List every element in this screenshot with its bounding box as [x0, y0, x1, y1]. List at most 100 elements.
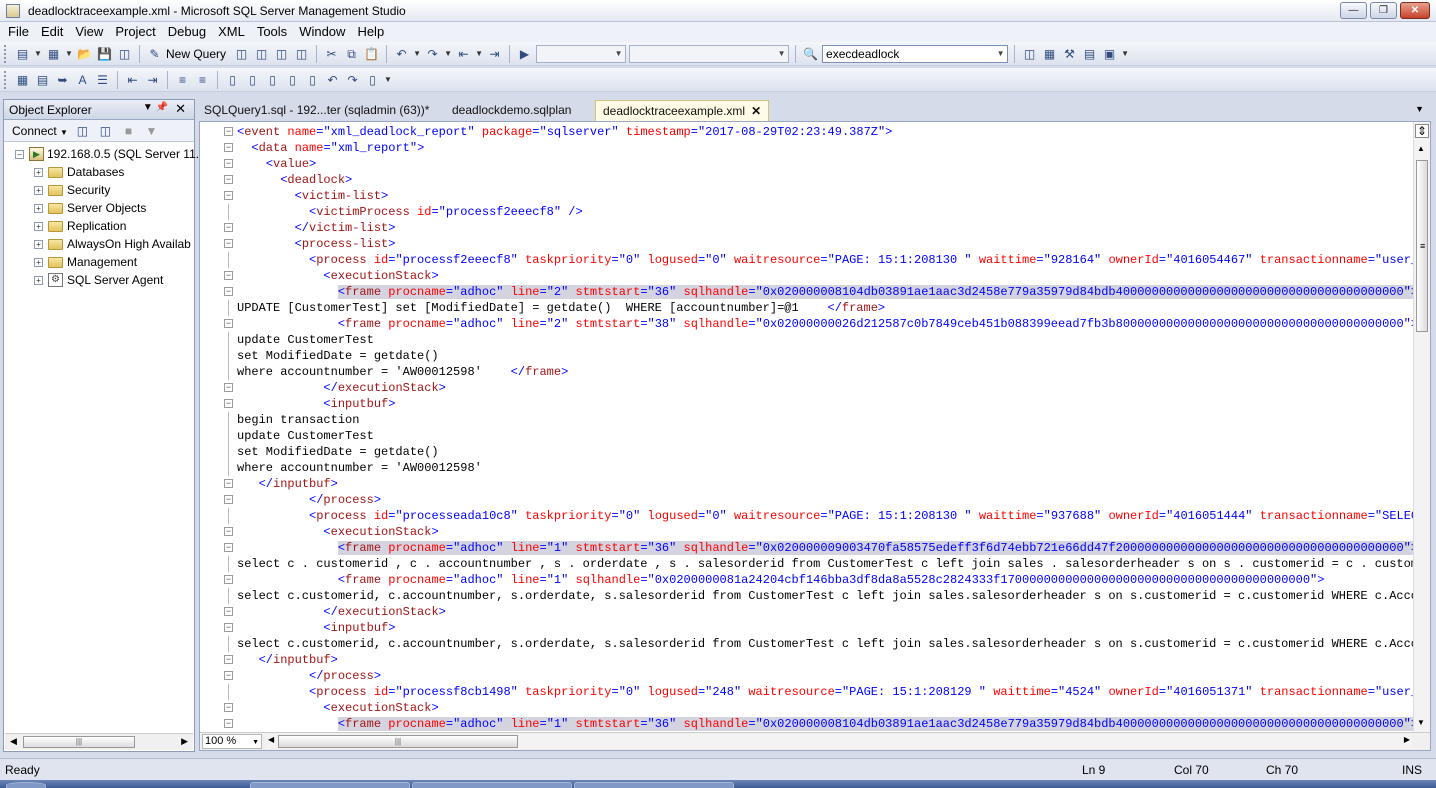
- collapse-region-icon[interactable]: −: [224, 671, 233, 680]
- scroll-left-icon[interactable]: ◀: [268, 735, 274, 744]
- increase-indent-icon[interactable]: ⇥: [144, 72, 161, 88]
- comment-out-icon[interactable]: ≡: [174, 72, 191, 88]
- undo-icon[interactable]: ↶: [393, 46, 410, 62]
- split-window-icon[interactable]: ⇕: [1415, 124, 1429, 138]
- code-line[interactable]: select c . customerid , c . accountnumbe…: [237, 556, 1413, 572]
- code-line[interactable]: </victim-list>: [237, 220, 1413, 236]
- code-line[interactable]: set ModifiedDate = getdate(): [237, 444, 1413, 460]
- code-line[interactable]: <process id="processf2eeecf8" taskpriori…: [237, 252, 1413, 268]
- tree-node-replication[interactable]: + Replication: [4, 217, 194, 235]
- properties-window-icon[interactable]: ▤: [1081, 46, 1098, 62]
- code-line[interactable]: <frame procname="adhoc" line="1" stmtsta…: [237, 716, 1413, 732]
- copy-icon[interactable]: ⧉: [343, 46, 360, 62]
- taskbar-item[interactable]: [250, 782, 410, 788]
- next-bookmark-icon[interactable]: ▯: [264, 72, 281, 88]
- save-all-icon[interactable]: ◫: [116, 46, 133, 62]
- code-line[interactable]: <frame procname="adhoc" line="2" stmtsta…: [237, 316, 1413, 332]
- new-query-icon[interactable]: ✎: [146, 46, 163, 62]
- code-line[interactable]: <process id="processf8cb1498" taskpriori…: [237, 684, 1413, 700]
- previous-doc-bookmark-icon[interactable]: ↶: [324, 72, 341, 88]
- scroll-down-icon[interactable]: ▼: [1417, 718, 1425, 727]
- menu-edit[interactable]: Edit: [35, 22, 69, 42]
- tree-node-alwayson[interactable]: + AlwaysOn High Availab: [4, 235, 194, 253]
- collapse-region-icon[interactable]: −: [224, 527, 233, 536]
- database-combo[interactable]: execdeadlock ▼: [822, 44, 1009, 63]
- collapse-region-icon[interactable]: −: [224, 607, 233, 616]
- tree-node-server[interactable]: – ▶ 192.168.0.5 (SQL Server 11.0: [4, 145, 206, 163]
- code-line[interactable]: <frame procname="adhoc" line="1" sqlhand…: [237, 572, 1413, 588]
- show-xslt-output-icon[interactable]: ▤: [34, 72, 51, 88]
- new-query-button[interactable]: New Query: [166, 47, 226, 61]
- dmx-query-icon[interactable]: ◫: [273, 46, 290, 62]
- code-line[interactable]: </executionStack>: [237, 604, 1413, 620]
- collapse-region-icon[interactable]: −: [224, 223, 233, 232]
- start-debugging-icon[interactable]: ▶: [516, 46, 533, 62]
- connect-server-icon[interactable]: ◫: [74, 123, 91, 139]
- add-item-icon[interactable]: ▦: [45, 46, 62, 62]
- chevron-down-icon[interactable]: ▼: [994, 46, 1007, 62]
- code-line[interactable]: <event name="xml_deadlock_report" packag…: [237, 124, 1413, 140]
- code-area[interactable]: <event name="xml_deadlock_report" packag…: [237, 124, 1413, 732]
- code-line[interactable]: update CustomerTest: [237, 332, 1413, 348]
- collapse-region-icon[interactable]: −: [224, 495, 233, 504]
- expand-icon[interactable]: +: [34, 167, 43, 177]
- tree-node-security[interactable]: + Security: [4, 181, 194, 199]
- menu-project[interactable]: Project: [109, 22, 161, 42]
- scroll-left-icon[interactable]: ◀: [10, 736, 17, 747]
- menu-window[interactable]: Window: [293, 22, 351, 42]
- code-line[interactable]: <frame procname="adhoc" line="2" stmtsta…: [237, 284, 1413, 300]
- registered-servers-icon[interactable]: ◫: [1021, 46, 1038, 62]
- scroll-up-icon[interactable]: ▲: [1417, 144, 1425, 153]
- chevron-down-icon[interactable]: ▼: [475, 46, 483, 62]
- code-line[interactable]: <executionStack>: [237, 268, 1413, 284]
- taskbar-item[interactable]: [412, 782, 572, 788]
- code-line[interactable]: </inputbuf>: [237, 476, 1413, 492]
- taskbar-item[interactable]: [574, 782, 734, 788]
- mdx-query-icon[interactable]: ◫: [253, 46, 270, 62]
- code-line[interactable]: update CustomerTest: [237, 428, 1413, 444]
- chevron-down-icon[interactable]: ▼: [413, 46, 421, 62]
- chevron-down-icon[interactable]: ▼: [775, 46, 788, 62]
- redo-icon[interactable]: ↷: [424, 46, 441, 62]
- collapse-region-icon[interactable]: −: [224, 271, 233, 280]
- stop-icon[interactable]: ■: [120, 123, 137, 139]
- toolbar-grip[interactable]: [4, 70, 8, 89]
- solution-platform-combo[interactable]: ▼: [629, 44, 790, 63]
- start-button[interactable]: [6, 782, 46, 788]
- create-schema-icon[interactable]: ▦: [14, 72, 31, 88]
- pin-icon[interactable]: ▼ 📌: [143, 102, 168, 113]
- expand-icon[interactable]: +: [34, 185, 43, 195]
- code-line[interactable]: </process>: [237, 668, 1413, 684]
- scroll-thumb[interactable]: |||: [278, 735, 518, 748]
- collapse-region-icon[interactable]: −: [224, 575, 233, 584]
- code-line[interactable]: set ModifiedDate = getdate(): [237, 348, 1413, 364]
- collapse-region-icon[interactable]: −: [224, 399, 233, 408]
- toolbar-grip[interactable]: [4, 44, 8, 63]
- code-line[interactable]: begin transaction: [237, 412, 1413, 428]
- outline-icon[interactable]: ☰: [94, 72, 111, 88]
- code-line[interactable]: <victimProcess id="processf2eeecf8" />: [237, 204, 1413, 220]
- menu-tools[interactable]: Tools: [251, 22, 293, 42]
- chevron-down-icon[interactable]: ▼: [612, 46, 625, 62]
- tree-node-management[interactable]: + Management: [4, 253, 194, 271]
- menu-debug[interactable]: Debug: [162, 22, 212, 42]
- close-panel-icon[interactable]: ✕: [175, 101, 186, 117]
- expand-icon[interactable]: +: [34, 257, 43, 267]
- xmla-query-icon[interactable]: ◫: [293, 46, 310, 62]
- open-folder-icon[interactable]: 📂: [76, 46, 93, 62]
- code-line[interactable]: UPDATE [CustomerTest] set [ModifiedDate]…: [237, 300, 1413, 316]
- collapse-region-icon[interactable]: −: [224, 175, 233, 184]
- code-line[interactable]: <inputbuf>: [237, 620, 1413, 636]
- toggle-bookmark-icon[interactable]: ▯: [224, 72, 241, 88]
- tree-node-sql-server-agent[interactable]: + ⚙ SQL Server Agent: [4, 271, 194, 289]
- editor-hscrollbar[interactable]: ◀ ||| ▶: [266, 734, 1412, 749]
- collapse-region-icon[interactable]: −: [224, 383, 233, 392]
- code-line[interactable]: <data name="xml_report">: [237, 140, 1413, 156]
- collapse-region-icon[interactable]: −: [224, 719, 233, 728]
- code-line[interactable]: <executionStack>: [237, 700, 1413, 716]
- code-line[interactable]: <frame procname="adhoc" line="1" stmtsta…: [237, 540, 1413, 556]
- tree-node-server-objects[interactable]: + Server Objects: [4, 199, 194, 217]
- decrease-indent-icon[interactable]: ⇤: [124, 72, 141, 88]
- collapse-region-icon[interactable]: −: [224, 623, 233, 632]
- collapse-region-icon[interactable]: −: [224, 239, 233, 248]
